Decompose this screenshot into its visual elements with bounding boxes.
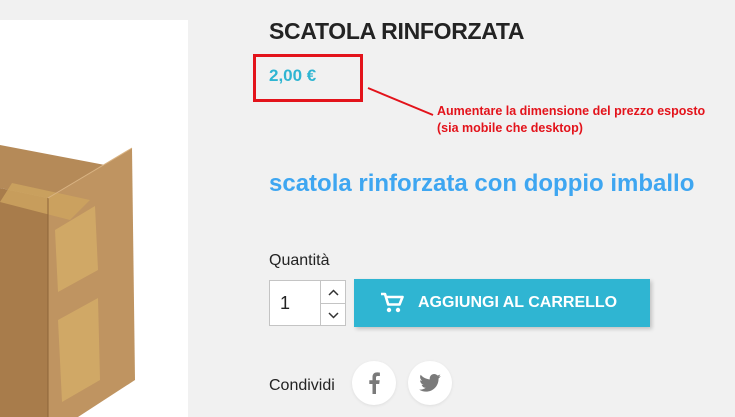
product-title: SCATOLA RINFORZATA [269,18,525,44]
cardboard-box-image [0,145,135,417]
chevron-up-icon [327,288,339,296]
add-to-cart-label: AGGIUNGI AL CARRELLO [418,294,618,311]
quantity-stepper [321,280,346,326]
add-to-cart-button[interactable]: AGGIUNGI AL CARRELLO [354,279,650,327]
cart-icon [380,292,404,314]
quantity-label: Quantità [269,252,330,269]
facebook-share-button[interactable] [352,361,396,405]
product-short-description: scatola rinforzata con doppio imballo [269,170,695,197]
share-label: Condividi [269,377,335,394]
annotation-note: Aumentare la dimensione del prezzo espos… [437,104,706,135]
facebook-icon [369,372,380,394]
product-image[interactable] [0,20,188,417]
chevron-down-icon [327,311,339,319]
quantity-decrease-button[interactable] [321,304,345,326]
product-price: 2,00 € [269,66,317,85]
quantity-input[interactable] [269,280,321,326]
quantity-increase-button[interactable] [321,281,345,304]
twitter-share-button[interactable] [408,361,452,405]
twitter-icon [419,374,441,392]
